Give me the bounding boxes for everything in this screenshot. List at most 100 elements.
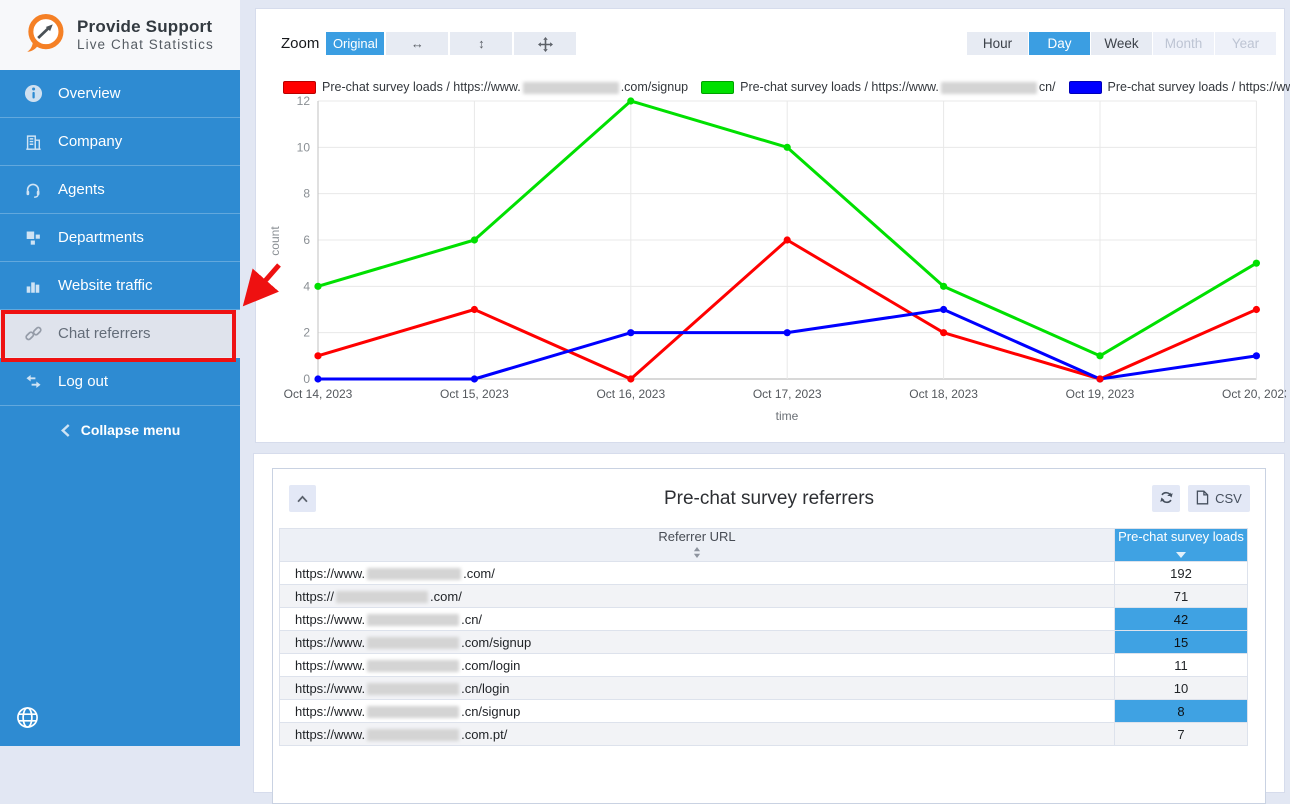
survey-loads-cell: 192 <box>1115 562 1248 585</box>
referrer-url-cell: https://www..cn/login <box>280 677 1115 700</box>
logout-icon <box>23 372 43 392</box>
referrers-panel-header: Pre-chat survey referrers <box>273 469 1265 528</box>
referrers-table: Referrer URL Pre-chat survey loads <box>279 528 1248 746</box>
blurred-url <box>367 706 459 718</box>
range-button-week[interactable]: Week <box>1091 32 1152 55</box>
referrer-url-cell: https://.com/ <box>280 585 1115 608</box>
sidebar-item-company[interactable]: Company <box>0 118 240 166</box>
refresh-icon <box>1159 490 1174 508</box>
zoom-vertical-button[interactable]: ↕ <box>450 32 512 55</box>
file-icon <box>1196 490 1209 508</box>
link-icon <box>23 324 43 344</box>
column-header-referrer-url[interactable]: Referrer URL <box>280 529 1115 562</box>
time-range-buttons: HourDayWeekMonthYear <box>966 32 1276 55</box>
sidebar-menu: Overview Company Agents Departments Website … <box>0 70 240 406</box>
sort-desc-icon <box>1176 546 1186 561</box>
horizontal-arrow-icon: ↔ <box>411 36 424 51</box>
sidebar-item-agents[interactable]: Agents <box>0 166 240 214</box>
svg-text:Oct 20, 2023: Oct 20, 2023 <box>1222 387 1286 401</box>
sidebar-item-label: Overview <box>58 85 121 102</box>
table-row[interactable]: https://www..cn/42 <box>280 608 1248 631</box>
collapse-menu-label: Collapse menu <box>81 422 181 438</box>
pan-button[interactable] <box>514 32 576 55</box>
vertical-arrow-icon: ↕ <box>478 36 485 51</box>
blurred-url <box>367 614 459 626</box>
referrers-panel-title: Pre-chat survey referrers <box>273 469 1265 529</box>
survey-loads-cell: 8 <box>1115 700 1248 723</box>
blurred-url <box>367 729 459 741</box>
building-icon <box>23 132 43 152</box>
range-button-year: Year <box>1215 32 1276 55</box>
bar-chart-icon <box>23 276 43 296</box>
brand-subtitle: Live Chat Statistics <box>77 37 214 53</box>
table-row[interactable]: https://www..com.pt/7 <box>280 723 1248 746</box>
referrer-url-cell: https://www..com/ <box>280 562 1115 585</box>
survey-loads-cell: 71 <box>1115 585 1248 608</box>
svg-text:6: 6 <box>303 233 310 247</box>
blurred-url <box>367 660 459 672</box>
chart-panel: ZoomOriginal↔↕ HourDayWeekMonthYear Pre-… <box>255 8 1285 443</box>
svg-text:Oct 16, 2023: Oct 16, 2023 <box>596 387 665 401</box>
table-row[interactable]: https://www..com/192 <box>280 562 1248 585</box>
brand-title: Provide Support <box>77 17 214 37</box>
blurred-url <box>367 568 461 580</box>
blocks-icon <box>23 228 43 248</box>
svg-text:4: 4 <box>303 279 310 293</box>
headset-icon <box>23 180 43 200</box>
zoom-original-button[interactable]: Original <box>326 32 384 55</box>
survey-loads-cell: 11 <box>1115 654 1248 677</box>
table-row[interactable]: https://www..cn/signup8 <box>280 700 1248 723</box>
svg-text:12: 12 <box>297 94 311 108</box>
chevron-left-icon <box>60 420 72 440</box>
provide-support-logo-icon <box>24 11 66 60</box>
refresh-button[interactable] <box>1152 485 1180 512</box>
chart-controls: Zoom Original ↔ ↕ HourDayWeekMonthYear <box>281 32 1276 56</box>
sidebar-item-overview[interactable]: Overview <box>0 70 240 118</box>
range-button-day[interactable]: Day <box>1029 32 1090 55</box>
collapse-menu-button[interactable]: Collapse menu <box>0 406 240 454</box>
svg-text:Oct 14, 2023: Oct 14, 2023 <box>284 387 353 401</box>
svg-text:Oct 18, 2023: Oct 18, 2023 <box>909 387 978 401</box>
svg-text:8: 8 <box>303 187 310 201</box>
survey-loads-cell: 42 <box>1115 608 1248 631</box>
range-button-month: Month <box>1153 32 1214 55</box>
sidebar-item-chat-referrers[interactable]: Chat referrers <box>0 310 240 358</box>
export-csv-button[interactable]: CSV <box>1188 485 1250 512</box>
sidebar-item-label: Website traffic <box>58 277 152 294</box>
zoom-horizontal-button[interactable]: ↔ <box>386 32 448 55</box>
globe-language-icon[interactable] <box>15 705 41 731</box>
table-row[interactable]: https://.com/71 <box>280 585 1248 608</box>
sort-both-icon <box>693 546 701 561</box>
table-row[interactable]: https://www..cn/login10 <box>280 677 1248 700</box>
svg-text:count: count <box>268 226 282 256</box>
line-chart[interactable]: 024681012Oct 14, 2023Oct 15, 2023Oct 16,… <box>256 89 1286 437</box>
referrers-panel: Pre-chat survey referrers <box>253 453 1285 793</box>
svg-text:0: 0 <box>303 372 310 386</box>
csv-label: CSV <box>1215 491 1242 506</box>
sidebar-item-label: Log out <box>58 373 108 390</box>
sidebar-item-label: Agents <box>58 181 105 198</box>
collapse-panel-button[interactable] <box>289 485 316 512</box>
survey-loads-cell: 7 <box>1115 723 1248 746</box>
table-row[interactable]: https://www..com/signup15 <box>280 631 1248 654</box>
zoom-label: Zoom <box>281 35 319 52</box>
table-row[interactable]: https://www..com/login11 <box>280 654 1248 677</box>
brand: Provide Support Live Chat Statistics <box>0 0 240 70</box>
sidebar-item-departments[interactable]: Departments <box>0 214 240 262</box>
blurred-url <box>367 683 459 695</box>
survey-loads-cell: 15 <box>1115 631 1248 654</box>
survey-loads-cell: 10 <box>1115 677 1248 700</box>
range-button-hour[interactable]: Hour <box>967 32 1028 55</box>
blurred-url <box>367 637 459 649</box>
column-header-survey-loads[interactable]: Pre-chat survey loads <box>1115 529 1248 562</box>
sidebar-item-label: Company <box>58 133 122 150</box>
svg-text:2: 2 <box>303 326 310 340</box>
referrer-url-cell: https://www..com/signup <box>280 631 1115 654</box>
referrer-url-cell: https://www..com.pt/ <box>280 723 1115 746</box>
sidebar-item-label: Departments <box>58 229 144 246</box>
sidebar-item-website-traffic[interactable]: Website traffic <box>0 262 240 310</box>
referrer-url-cell: https://www..cn/ <box>280 608 1115 631</box>
chevron-up-icon <box>296 491 309 506</box>
sidebar-item-log-out[interactable]: Log out <box>0 358 240 406</box>
svg-text:Oct 15, 2023: Oct 15, 2023 <box>440 387 509 401</box>
